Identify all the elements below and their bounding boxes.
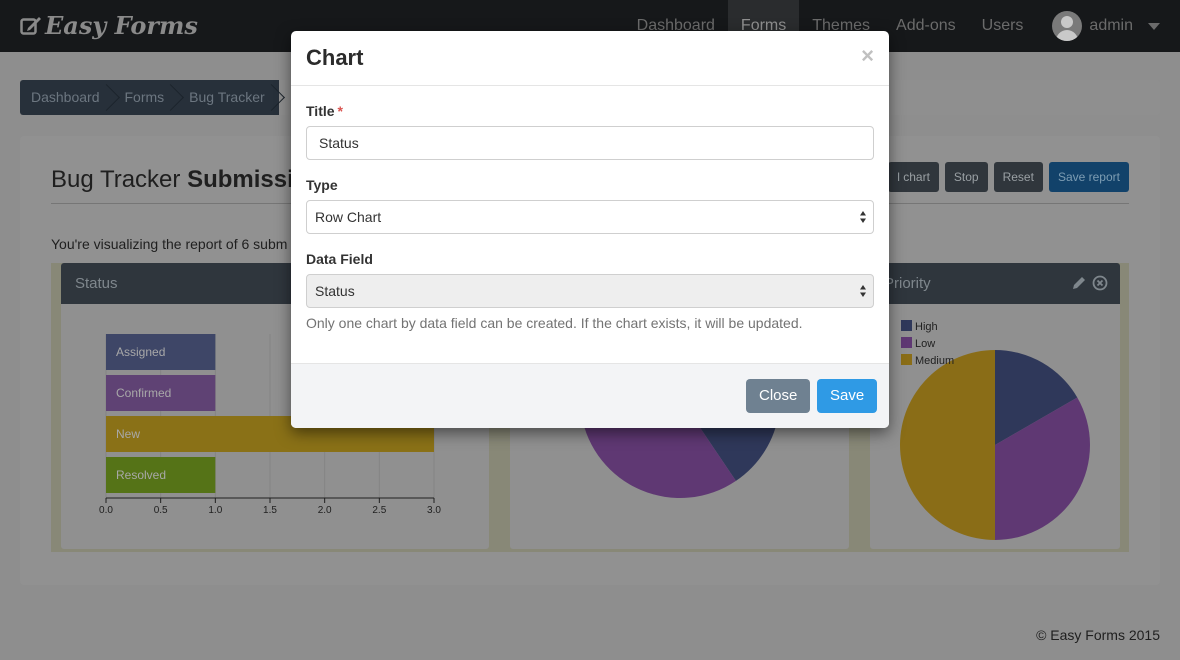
modal-title: Chart bbox=[306, 45, 364, 70]
data-field-help-text: Only one chart by data field can be crea… bbox=[306, 315, 803, 331]
legend-label-low: Low bbox=[915, 338, 935, 350]
report-toolbar: l chart Stop Reset Save report bbox=[888, 162, 1129, 192]
user-name: admin bbox=[1089, 17, 1133, 34]
x-tick-label: 0.0 bbox=[99, 505, 113, 516]
bar-label-assigned: Assigned bbox=[116, 345, 165, 359]
brand-logo[interactable]: Easy Forms bbox=[20, 11, 198, 40]
title-label: Title * bbox=[306, 103, 343, 119]
bar-label-new: New bbox=[116, 427, 140, 441]
close-circle-icon[interactable] bbox=[1092, 275, 1108, 291]
priority-chart-card: Priority High Low Medium bbox=[870, 263, 1120, 549]
stop-button[interactable]: Stop bbox=[944, 162, 988, 192]
x-tick-label: 1.0 bbox=[208, 505, 222, 516]
modal-footer: Close Save bbox=[291, 363, 889, 428]
legend-swatch-medium bbox=[901, 354, 912, 365]
save-button[interactable]: Save bbox=[817, 379, 878, 413]
select-arrows-icon bbox=[860, 285, 866, 297]
required-marker: * bbox=[337, 103, 343, 119]
legend-swatch-low bbox=[901, 337, 912, 348]
footer-copyright: © Easy Forms 2015 bbox=[1036, 627, 1160, 643]
legend-label-high: High bbox=[915, 321, 938, 333]
user-menu[interactable]: admin bbox=[1036, 0, 1160, 52]
legend-label-medium: Medium bbox=[915, 355, 954, 367]
close-icon[interactable]: × bbox=[861, 45, 874, 67]
x-tick-label: 2.0 bbox=[318, 505, 332, 516]
visualizing-text: You're visualizing the report of 6 subm bbox=[51, 236, 288, 252]
data-field-label: Data Field bbox=[306, 251, 373, 267]
legend-swatch-high bbox=[901, 320, 912, 331]
pencil-icon[interactable] bbox=[1071, 275, 1087, 291]
data-field-select[interactable]: Status bbox=[306, 274, 874, 308]
type-select[interactable]: Row Chart bbox=[306, 200, 874, 234]
chart-modal: Chart × Title * Status Type Row Chart Dat… bbox=[291, 31, 889, 428]
reset-button[interactable]: Reset bbox=[993, 162, 1043, 192]
priority-pie-chart: High Low Medium bbox=[900, 320, 1090, 540]
data-field-select-value: Status bbox=[315, 283, 355, 299]
bar-label-resolved: Resolved bbox=[116, 468, 166, 482]
add-chart-button[interactable]: l chart bbox=[888, 162, 939, 192]
nav-users[interactable]: Users bbox=[969, 0, 1037, 52]
breadcrumb-bug-tracker[interactable]: Bug Tracker bbox=[178, 80, 278, 115]
select-arrows-icon bbox=[860, 211, 866, 223]
modal-header: Chart × bbox=[291, 31, 889, 86]
title-input[interactable]: Status bbox=[306, 126, 874, 160]
brand-name: Easy Forms bbox=[45, 11, 198, 40]
edit-icon bbox=[20, 17, 41, 35]
page-title: Bug Tracker Submissi bbox=[51, 166, 294, 193]
save-report-button[interactable]: Save report bbox=[1048, 162, 1129, 192]
pie-slice-medium bbox=[900, 350, 995, 540]
nav-addons[interactable]: Add-ons bbox=[883, 0, 969, 52]
avatar bbox=[1052, 11, 1083, 41]
x-tick-label: 0.5 bbox=[154, 505, 168, 516]
bar-label-confirmed: Confirmed bbox=[116, 386, 171, 400]
chevron-down-icon bbox=[1148, 22, 1160, 30]
breadcrumb-dashboard[interactable]: Dashboard bbox=[20, 80, 114, 115]
type-label: Type bbox=[306, 177, 338, 193]
x-tick-label: 2.5 bbox=[372, 505, 386, 516]
x-tick-label: 3.0 bbox=[427, 505, 441, 516]
close-button[interactable]: Close bbox=[746, 379, 811, 413]
x-tick-label: 1.5 bbox=[263, 505, 277, 516]
breadcrumb-forms[interactable]: Forms bbox=[114, 80, 179, 115]
type-select-value: Row Chart bbox=[315, 209, 382, 225]
